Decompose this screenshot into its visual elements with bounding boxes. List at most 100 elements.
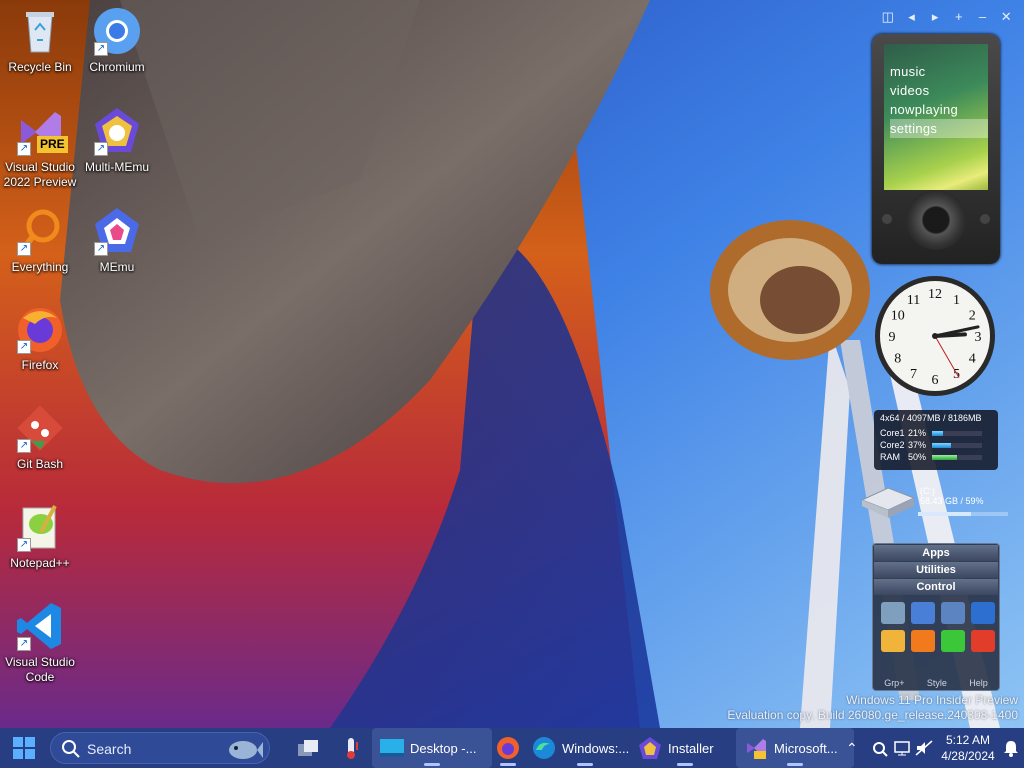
shortcut-arrow-icon: ↗ [17, 637, 31, 651]
taskbar-search-box[interactable]: Search [50, 732, 270, 764]
sysmon-bar [932, 442, 982, 448]
launcher-tile-1[interactable] [911, 602, 935, 624]
launcher-tile-4[interactable] [881, 630, 905, 652]
notification-bell-icon[interactable] [1002, 728, 1020, 768]
clock-number: 2 [969, 309, 976, 324]
start-button[interactable] [8, 728, 40, 768]
forward-icon[interactable]: ▸ [923, 7, 947, 27]
taskbar-date: 4/28/2024 [941, 749, 995, 763]
drive-usage: 58.43 GB / 59% [920, 496, 984, 506]
clock-gadget: 12 1234567891011 [875, 276, 995, 396]
launcher-tab-apps[interactable]: Apps [874, 545, 998, 561]
launcher-tile-0[interactable] [881, 602, 905, 624]
zune-menu-music[interactable]: music [890, 62, 988, 81]
launcher-help-button[interactable]: Help [969, 678, 988, 688]
git-bash-icon: ↗ [15, 403, 65, 453]
shortcut-arrow-icon: ↗ [17, 538, 31, 552]
zune-menu-settings[interactable]: settings [890, 119, 988, 138]
recycle-bin-icon [15, 6, 65, 56]
tray-settings-icon[interactable] [870, 728, 890, 768]
search-icon [62, 740, 80, 758]
launcher-tile-2[interactable] [941, 602, 965, 624]
installer-icon [639, 737, 661, 759]
desktop-app-icon [380, 739, 404, 757]
taskbar-app-desktop[interactable]: Desktop -... [372, 728, 492, 768]
desktop-icon-label: MEmu [99, 260, 135, 274]
desktop-icon-label: Visual Studio Code [5, 655, 75, 684]
thermometer-icon [347, 738, 358, 759]
sysmon-row-ram: RAM 50% [880, 451, 992, 463]
drive-bar-fill [918, 512, 972, 516]
desktop-icon-label: Everything [11, 260, 69, 274]
desktop-icon-visual-studio-2022[interactable]: PRE ↗ Visual Studio 2022 Preview [0, 106, 80, 190]
desktop-icon-memu[interactable]: ↗ MEmu [77, 206, 157, 275]
clock-number: 6 [932, 373, 939, 388]
launcher-tile-5[interactable] [911, 630, 935, 652]
back-icon[interactable]: ◂ [900, 7, 924, 27]
zune-play-button[interactable] [980, 214, 990, 224]
sysmon-row-core1: Core1 21% [880, 427, 992, 439]
zune-control-pad[interactable] [906, 190, 966, 250]
sysmon-label: Core2 [880, 440, 905, 450]
desktop-icon-everything[interactable]: ↗ Everything [0, 206, 80, 275]
zune-menu-videos[interactable]: videos [890, 81, 988, 100]
taskbar-app-label: Windows:... [562, 740, 630, 756]
multi-memu-icon: ↗ [92, 106, 142, 156]
shortcut-arrow-icon: ↗ [17, 242, 31, 256]
taskbar-app-edge[interactable]: Windows:... [524, 728, 646, 768]
desktop-icon-visual-studio-code[interactable]: ↗ Visual Studio Code [0, 601, 80, 685]
desktop-icon-label: Git Bash [16, 457, 64, 471]
zune-menu-nowplaying[interactable]: nowplaying [890, 100, 988, 119]
shortcut-arrow-icon: ↗ [94, 142, 108, 156]
clock-number: 10 [891, 309, 905, 324]
launcher-group-add-button[interactable]: Grp+ [884, 678, 904, 688]
task-view-icon [298, 740, 318, 756]
gear-icon [873, 742, 888, 757]
desktop-icon-recycle-bin[interactable]: Recycle Bin [0, 6, 80, 75]
window-icon[interactable]: ◫ [876, 7, 900, 27]
taskbar-clock[interactable]: 5:12 AM 4/28/2024 [940, 732, 996, 764]
close-icon[interactable]: ✕ [994, 7, 1018, 27]
chromium-icon: ↗ [92, 6, 142, 56]
plus-icon[interactable]: + [947, 7, 971, 27]
launcher-tab-utilities[interactable]: Utilities [874, 562, 998, 578]
taskbar-app-installer[interactable]: Installer [630, 728, 740, 768]
taskbar-app-microsoft[interactable]: Microsoft... [736, 728, 854, 768]
launcher-tab-control[interactable]: Control [874, 579, 998, 595]
search-placeholder: Search [87, 741, 132, 757]
minimize-icon[interactable]: – [971, 7, 995, 27]
gadget-toolbar: ◫ ◂ ▸ + – ✕ [876, 6, 1024, 28]
launcher-tile-6[interactable] [941, 630, 965, 652]
clock-number: 9 [889, 330, 896, 345]
desktop-icon-git-bash[interactable]: ↗ Git Bash [0, 403, 80, 472]
desktop-icon-label: Recycle Bin [8, 60, 72, 74]
clock-number: 8 [894, 352, 901, 367]
taskbar-thermometer-app[interactable] [326, 728, 378, 768]
desktop-icon-label: Multi-MEmu [84, 160, 149, 174]
drive-meter-gadget: (C:) 58.43 GB / 59% [858, 484, 1008, 524]
desktop-icon-firefox[interactable]: ↗ Firefox [0, 304, 80, 373]
everything-search-icon: ↗ [15, 206, 65, 256]
shortcut-arrow-icon: ↗ [17, 340, 31, 354]
shortcut-arrow-icon: ↗ [94, 42, 108, 56]
launcher-tile-7[interactable] [971, 630, 995, 652]
desktop-icon-chromium[interactable]: ↗ Chromium [77, 6, 157, 75]
notepad-plus-plus-icon: ↗ [15, 502, 65, 552]
zune-back-button[interactable] [882, 214, 892, 224]
firefox-icon [497, 737, 519, 759]
launcher-style-button[interactable]: Style [927, 678, 947, 688]
shortcut-arrow-icon: ↗ [17, 142, 31, 156]
launcher-tile-3[interactable] [971, 602, 995, 624]
desktop-icon-label: Firefox [21, 358, 59, 372]
taskbar: Search Desktop -... Windows:... Installe… [0, 728, 1024, 768]
desktop-icon-multi-memu[interactable]: ↗ Multi-MEmu [77, 106, 157, 175]
volume-muted-icon[interactable] [914, 728, 934, 768]
desktop-icon-notepad-plus-plus[interactable]: ↗ Notepad++ [0, 502, 80, 571]
visual-studio-preview-icon: PRE ↗ [15, 106, 68, 156]
drive-name: (C:) [920, 486, 935, 496]
running-indicator [500, 763, 516, 766]
memu-icon: ↗ [92, 206, 142, 256]
chevron-up-icon[interactable]: ⌃ [846, 728, 862, 768]
windows-logo-icon [13, 737, 35, 759]
network-icon[interactable] [892, 728, 912, 768]
